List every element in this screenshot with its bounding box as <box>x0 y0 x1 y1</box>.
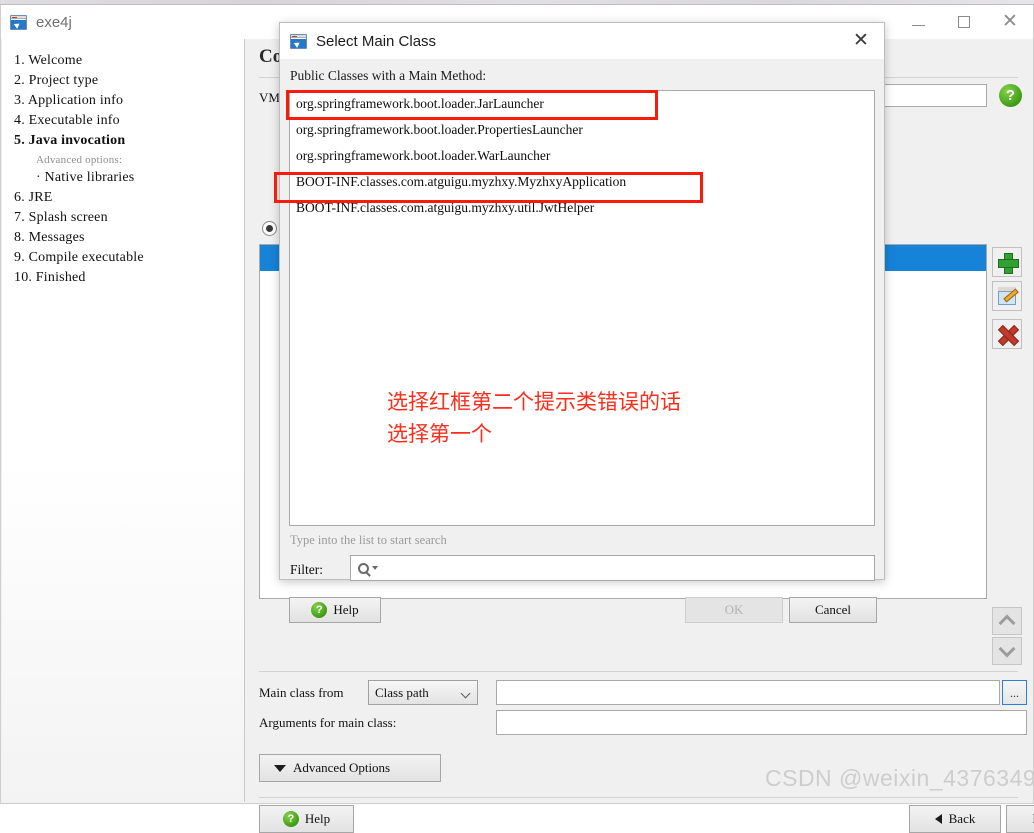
select-main-class-dialog: Select Main Class ✕ Public Classes with … <box>279 22 885 623</box>
classpath-radio[interactable] <box>262 221 277 236</box>
main-class-from-value: Class path <box>375 684 429 700</box>
dialog-titlebar: Select Main Class ✕ <box>280 23 884 59</box>
chevron-up-icon <box>998 614 1016 632</box>
main-class-from-label: Main class from <box>259 685 344 700</box>
dialog-cancel-label: Cancel <box>814 602 852 617</box>
edit-button[interactable] <box>992 281 1022 311</box>
sidebar-item-jre[interactable]: 6. JRE <box>2 188 244 208</box>
help-button-label: Help <box>304 811 331 826</box>
exe4j-app-icon <box>10 14 27 30</box>
help-icon: ? <box>282 811 299 827</box>
list-item[interactable]: BOOT-INF.classes.com.atguigu.myzhxy.util… <box>290 195 874 221</box>
wizard-step-sidebar: 1. Welcome 2. Project type 3. Applicatio… <box>2 39 245 802</box>
main-class-input[interactable] <box>496 680 1000 705</box>
close-icon[interactable]: ✕ <box>838 23 884 58</box>
next-button[interactable]: Next <box>1006 805 1034 833</box>
chevron-down-icon <box>372 566 378 570</box>
main-window-title: exe4j <box>36 13 72 31</box>
search-hint: Type into the list to start search <box>290 533 447 547</box>
list-item[interactable]: org.springframework.boot.loader.JarLaunc… <box>290 91 874 117</box>
close-icon[interactable]: ✕ <box>987 5 1033 38</box>
advanced-options-label: Advanced Options <box>293 760 391 775</box>
move-up-button[interactable] <box>992 607 1022 635</box>
dialog-body: Public Classes with a Main Method: org.s… <box>280 59 884 623</box>
sidebar-item-java-invocation[interactable]: 5. Java invocation <box>2 131 244 151</box>
exe4j-app-icon <box>290 33 307 49</box>
arguments-input[interactable] <box>496 710 1027 735</box>
search-icon <box>358 562 369 574</box>
pencil-icon <box>998 287 1016 305</box>
help-button[interactable]: ? Help <box>259 805 354 833</box>
content-divider <box>259 671 1018 672</box>
dialog-heading: Public Classes with a Main Method: <box>290 68 487 83</box>
sidebar-item-splash-screen[interactable]: 7. Splash screen <box>2 208 244 228</box>
filter-label: Filter: <box>290 562 323 577</box>
main-class-from-select[interactable]: Class path <box>368 680 478 705</box>
plus-icon <box>997 252 1019 274</box>
sidebar-item-compile-executable[interactable]: 9. Compile executable <box>2 248 244 268</box>
window-controls: ✕ <box>895 5 1033 38</box>
back-button-label: Back <box>948 811 976 826</box>
footer-divider <box>259 797 1018 798</box>
triangle-left-icon <box>934 814 942 824</box>
dialog-help-label: Help <box>333 602 359 617</box>
browse-main-class-button[interactable]: ... <box>1002 680 1027 705</box>
maximize-button[interactable] <box>941 5 987 38</box>
move-down-button[interactable] <box>992 637 1022 665</box>
chevron-down-icon <box>460 688 471 699</box>
add-button[interactable] <box>992 247 1022 277</box>
ok-button[interactable]: OK <box>685 597 783 623</box>
triangle-down-icon <box>274 764 286 772</box>
list-item[interactable]: BOOT-INF.classes.com.atguigu.myzhxy.Myzh… <box>290 169 874 195</box>
dialog-help-button[interactable]: ? Help <box>289 597 381 623</box>
list-item[interactable]: org.springframework.boot.loader.Properti… <box>290 117 874 143</box>
sidebar-item-project-type[interactable]: 2. Project type <box>2 71 244 91</box>
delete-button[interactable] <box>992 319 1022 349</box>
dialog-title: Select Main Class <box>316 32 437 50</box>
cross-icon <box>998 325 1017 344</box>
dialog-cancel-button[interactable]: Cancel <box>789 597 877 623</box>
back-button[interactable]: Back <box>909 805 1001 833</box>
minimize-button[interactable] <box>895 5 941 38</box>
sidebar-item-welcome[interactable]: 1. Welcome <box>2 51 244 71</box>
sidebar-item-native-libraries[interactable]: · Native libraries <box>2 168 244 188</box>
sidebar-item-messages[interactable]: 8. Messages <box>2 228 244 248</box>
vm-parameters-label: VM <box>259 90 280 105</box>
advanced-options-button[interactable]: Advanced Options <box>259 754 441 782</box>
chevron-down-icon <box>998 640 1016 658</box>
sidebar-item-application-info[interactable]: 3. Application info <box>2 91 244 111</box>
help-icon[interactable]: ? <box>999 84 1022 107</box>
sidebar-item-executable-info[interactable]: 4. Executable info <box>2 111 244 131</box>
main-class-list[interactable]: org.springframework.boot.loader.JarLaunc… <box>289 90 875 526</box>
list-item[interactable]: org.springframework.boot.loader.WarLaunc… <box>290 143 874 169</box>
help-icon: ? <box>311 602 328 618</box>
sidebar-subheader-advanced-options: Advanced options: <box>36 154 123 166</box>
arguments-label: Arguments for main class: <box>259 715 397 730</box>
sidebar-item-finished[interactable]: 10. Finished <box>2 268 244 288</box>
annotation-text: 选择红框第二个提示类错误的话 选择第一个 <box>387 391 681 446</box>
filter-input[interactable] <box>350 555 875 581</box>
